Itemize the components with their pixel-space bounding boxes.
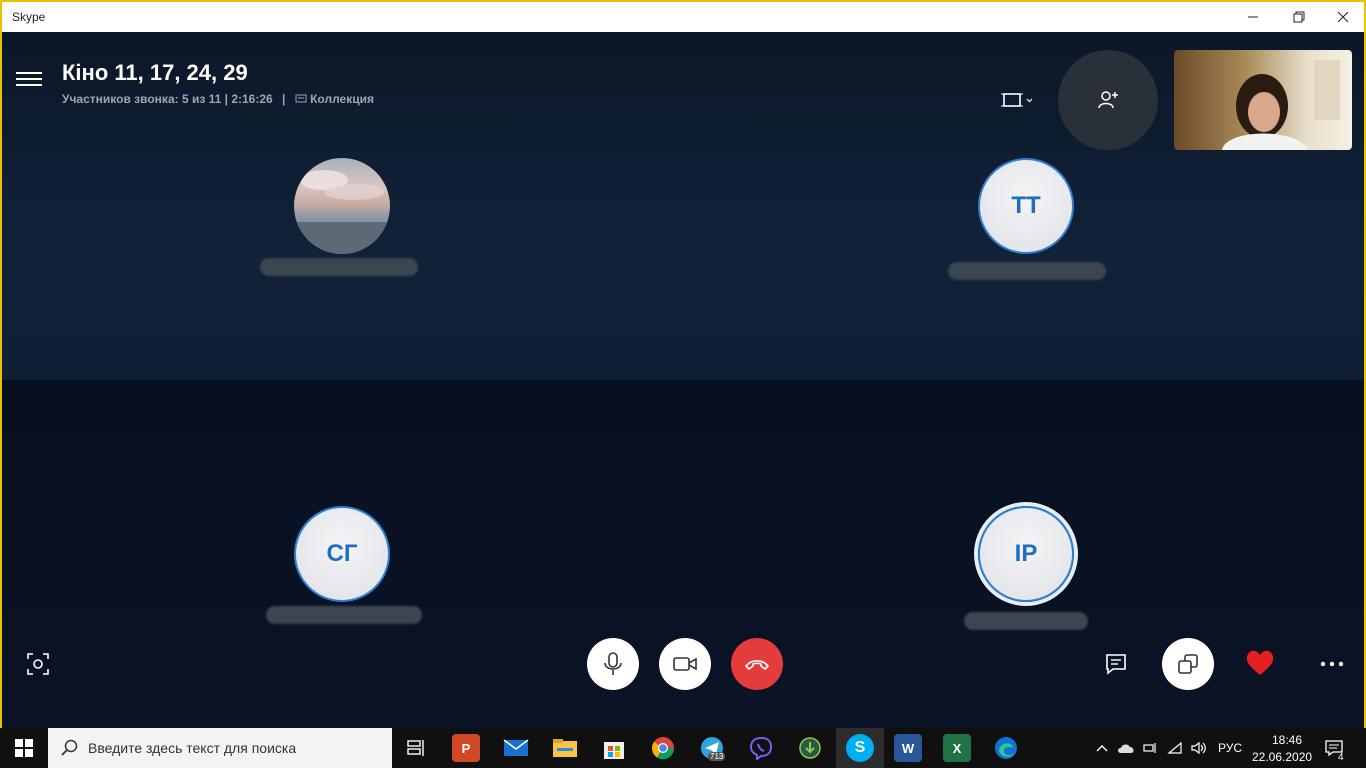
gallery-icon xyxy=(295,94,307,103)
edge-icon[interactable] xyxy=(992,734,1020,762)
heart-icon[interactable] xyxy=(1244,648,1276,678)
app-title: Skype xyxy=(12,10,46,24)
network-icon[interactable] xyxy=(1142,740,1160,756)
hamburger-menu-icon[interactable] xyxy=(16,68,42,90)
file-explorer-icon[interactable] xyxy=(551,734,579,762)
participant-name-blurred xyxy=(948,262,1106,280)
more-icon[interactable] xyxy=(1316,650,1348,678)
self-video-image xyxy=(1222,60,1340,150)
mic-icon xyxy=(604,652,622,675)
add-person-icon xyxy=(1098,91,1118,109)
participant-avatar-photo[interactable] xyxy=(294,158,390,254)
input-language[interactable]: РУС xyxy=(1218,741,1242,755)
participant-name-blurred xyxy=(964,612,1088,630)
powerpoint-icon[interactable]: P xyxy=(452,734,480,762)
app-icon[interactable] xyxy=(796,734,824,762)
call-stage: Кіно 11, 17, 24, 29 Участников звонка: 5… xyxy=(2,32,1364,728)
layout-toggle-icon[interactable] xyxy=(998,86,1038,114)
call-title: Кіно 11, 17, 24, 29 xyxy=(62,60,248,85)
self-video-preview[interactable] xyxy=(1174,50,1352,150)
minimize-button[interactable] xyxy=(1230,2,1276,32)
participant-name-blurred xyxy=(266,606,422,624)
search-icon xyxy=(61,739,78,756)
avatar-photo-image xyxy=(294,170,390,254)
excel-icon[interactable]: X xyxy=(943,734,971,762)
participant-avatar-ir-speaking[interactable]: ІР xyxy=(978,506,1074,602)
participant-avatar-tt[interactable]: ТТ xyxy=(978,158,1074,254)
viber-icon[interactable] xyxy=(747,734,775,762)
title-bar: Skype xyxy=(2,2,1364,32)
hang-up-icon xyxy=(745,659,769,670)
volume-icon[interactable] xyxy=(1190,740,1208,756)
store-icon[interactable] xyxy=(600,734,628,762)
video-icon xyxy=(673,657,697,671)
separator: | xyxy=(282,92,286,106)
mute-button[interactable] xyxy=(587,638,639,690)
close-button[interactable] xyxy=(1320,2,1364,32)
screenshot-icon[interactable] xyxy=(24,650,52,678)
mail-icon[interactable] xyxy=(502,734,530,762)
skype-icon[interactable]: S xyxy=(846,734,874,762)
end-call-button[interactable] xyxy=(731,638,783,690)
add-participant-button[interactable] xyxy=(1058,50,1158,150)
restore-button[interactable] xyxy=(1276,2,1322,32)
taskbar-search-box[interactable]: Введите здесь текст для поиска xyxy=(48,728,392,768)
share-screen-button[interactable] xyxy=(1162,638,1214,690)
task-view-icon[interactable] xyxy=(402,734,430,762)
telegram-badge: 713 xyxy=(708,752,726,761)
search-placeholder: Введите здесь текст для поиска xyxy=(88,740,297,756)
word-icon[interactable]: W xyxy=(894,734,922,762)
share-screen-icon xyxy=(1178,654,1198,674)
chat-icon[interactable] xyxy=(1102,650,1130,678)
participant-avatar-sg[interactable]: СГ xyxy=(294,506,390,602)
participant-name-blurred xyxy=(260,258,418,276)
clock-date[interactable]: 22.06.2020 xyxy=(1252,750,1312,764)
wifi-icon[interactable] xyxy=(1166,740,1184,756)
telegram-icon[interactable]: 713 xyxy=(698,734,726,762)
onedrive-icon[interactable] xyxy=(1116,740,1136,756)
skype-window: Skype Кіно 11, 17, 24, 29 Участников зво… xyxy=(0,0,1366,768)
call-subtitle: Участников звонка: 5 из 11 | 2:16:26 | К… xyxy=(62,92,374,106)
gallery-link[interactable]: Коллекция xyxy=(310,92,374,106)
chrome-icon[interactable] xyxy=(649,734,677,762)
notification-count: 4 xyxy=(1338,752,1344,763)
video-button[interactable] xyxy=(659,638,711,690)
clock-time[interactable]: 18:46 xyxy=(1266,733,1308,747)
participants-count: Участников звонка: 5 из 11 | 2:16:26 xyxy=(62,92,273,106)
windows-start-icon[interactable] xyxy=(0,728,48,768)
taskbar: Введите здесь текст для поиска P 713 S W… xyxy=(0,728,1366,768)
chevron-up-icon[interactable] xyxy=(1094,740,1110,756)
